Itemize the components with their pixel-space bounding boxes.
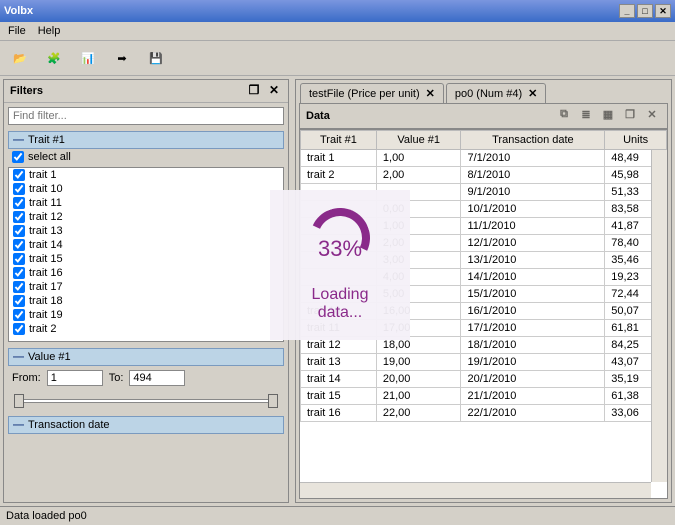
- loading-overlay: 33% Loadingdata...: [270, 190, 410, 340]
- trait-item[interactable]: trait 17: [9, 280, 283, 294]
- bar-chart-icon: 📊: [81, 52, 95, 65]
- trait-checkbox[interactable]: [13, 225, 25, 237]
- restore-icon[interactable]: ❐: [621, 108, 639, 124]
- trait-checkbox[interactable]: [13, 267, 25, 279]
- trait-checkbox[interactable]: [13, 239, 25, 251]
- trait-item[interactable]: trait 12: [9, 210, 283, 224]
- chart-button[interactable]: 📊: [74, 45, 102, 71]
- tab-1[interactable]: po0 (Num #4)✕: [446, 83, 546, 103]
- close-icon[interactable]: ✕: [426, 87, 435, 100]
- column-header[interactable]: Units: [605, 131, 667, 150]
- trait-item[interactable]: trait 15: [9, 252, 283, 266]
- tab-0[interactable]: testFile (Price per unit)✕: [300, 83, 444, 103]
- range-slider[interactable]: [14, 392, 278, 410]
- table-row[interactable]: trait 1521,0021/1/201061,38: [301, 388, 667, 405]
- restore-icon[interactable]: ❐: [246, 83, 262, 99]
- data-title: Data: [306, 110, 330, 122]
- title-bar: Volbx _ □ ✕: [0, 0, 675, 22]
- export-button[interactable]: ➡: [108, 45, 136, 71]
- from-input[interactable]: [47, 370, 103, 386]
- copy-icon[interactable]: ⧉: [555, 108, 573, 124]
- save-button[interactable]: 💾: [142, 45, 170, 71]
- trait-checkbox[interactable]: [13, 169, 25, 181]
- filters-panel: Filters ❐ ✕ —Trait #1 select all trait 1…: [3, 79, 289, 503]
- loading-text: Loadingdata...: [312, 286, 369, 322]
- trait-item[interactable]: trait 1: [9, 168, 283, 182]
- slider-thumb-low[interactable]: [14, 394, 24, 408]
- status-bar: Data loaded po0: [0, 506, 675, 525]
- trait-checkbox[interactable]: [13, 295, 25, 307]
- save-icon: 💾: [149, 52, 163, 65]
- trait-item[interactable]: trait 19: [9, 308, 283, 322]
- table-row[interactable]: trait 1319,0019/1/201043,07: [301, 354, 667, 371]
- trait-checkbox[interactable]: [13, 183, 25, 195]
- close-icon[interactable]: ✕: [528, 87, 537, 100]
- open-folder-button[interactable]: 📂: [6, 45, 34, 71]
- trait-checkbox[interactable]: [13, 281, 25, 293]
- menu-bar: File Help: [0, 22, 675, 41]
- filters-title: Filters: [10, 85, 43, 97]
- arrow-right-icon: ➡: [117, 52, 126, 65]
- minimize-button[interactable]: _: [619, 4, 635, 18]
- value-section-header[interactable]: —Value #1: [8, 348, 284, 366]
- trait-checkbox[interactable]: [13, 253, 25, 265]
- slider-thumb-high[interactable]: [268, 394, 278, 408]
- trait-item[interactable]: trait 14: [9, 238, 283, 252]
- to-input[interactable]: [129, 370, 185, 386]
- grid-icon[interactable]: ▦: [599, 108, 617, 124]
- column-header[interactable]: Value #1: [376, 131, 461, 150]
- trait-section-header[interactable]: —Trait #1: [8, 131, 284, 149]
- table-row[interactable]: trait 1420,0020/1/201035,19: [301, 371, 667, 388]
- tool-button-2[interactable]: 🧩: [40, 45, 68, 71]
- list-icon[interactable]: ≣: [577, 108, 595, 124]
- column-header[interactable]: Trait #1: [301, 131, 377, 150]
- trait-item[interactable]: trait 16: [9, 266, 283, 280]
- trait-item[interactable]: trait 13: [9, 224, 283, 238]
- to-label: To:: [109, 372, 124, 384]
- progress-percent: 33%: [318, 236, 362, 262]
- maximize-button[interactable]: □: [637, 4, 653, 18]
- menu-help[interactable]: Help: [38, 25, 61, 37]
- toolbar: 📂 🧩 📊 ➡ 💾: [0, 41, 675, 76]
- tab-bar: testFile (Price per unit)✕ po0 (Num #4)✕: [296, 80, 671, 103]
- menu-file[interactable]: File: [8, 25, 26, 37]
- select-all-checkbox[interactable]: [12, 151, 24, 163]
- trait-item[interactable]: trait 2: [9, 322, 283, 336]
- table-row[interactable]: trait 22,008/1/201045,98: [301, 167, 667, 184]
- tree-icon: 🧩: [47, 52, 61, 65]
- trait-checkbox[interactable]: [13, 323, 25, 335]
- trait-checklist[interactable]: trait 1trait 10trait 11trait 12trait 13t…: [8, 167, 284, 342]
- select-all-row[interactable]: select all: [8, 149, 284, 165]
- close-button[interactable]: ✕: [655, 4, 671, 18]
- trait-checkbox[interactable]: [13, 211, 25, 223]
- close-icon[interactable]: ✕: [266, 83, 282, 99]
- vertical-scrollbar[interactable]: [651, 150, 667, 482]
- from-label: From:: [12, 372, 41, 384]
- trait-checkbox[interactable]: [13, 197, 25, 209]
- window-title: Volbx: [4, 5, 617, 17]
- find-filter-input[interactable]: [8, 107, 284, 125]
- trait-checkbox[interactable]: [13, 309, 25, 321]
- column-header[interactable]: Transaction date: [461, 131, 605, 150]
- trait-item[interactable]: trait 10: [9, 182, 283, 196]
- trait-item[interactable]: trait 18: [9, 294, 283, 308]
- trait-item[interactable]: trait 11: [9, 196, 283, 210]
- status-text: Data loaded po0: [6, 510, 87, 522]
- horizontal-scrollbar[interactable]: [300, 482, 651, 498]
- txn-section-header[interactable]: —Transaction date: [8, 416, 284, 434]
- folder-icon: 📂: [13, 52, 27, 65]
- table-row[interactable]: trait 11,007/1/201048,49: [301, 150, 667, 167]
- table-row[interactable]: trait 1622,0022/1/201033,06: [301, 405, 667, 422]
- close-icon[interactable]: ✕: [643, 108, 661, 124]
